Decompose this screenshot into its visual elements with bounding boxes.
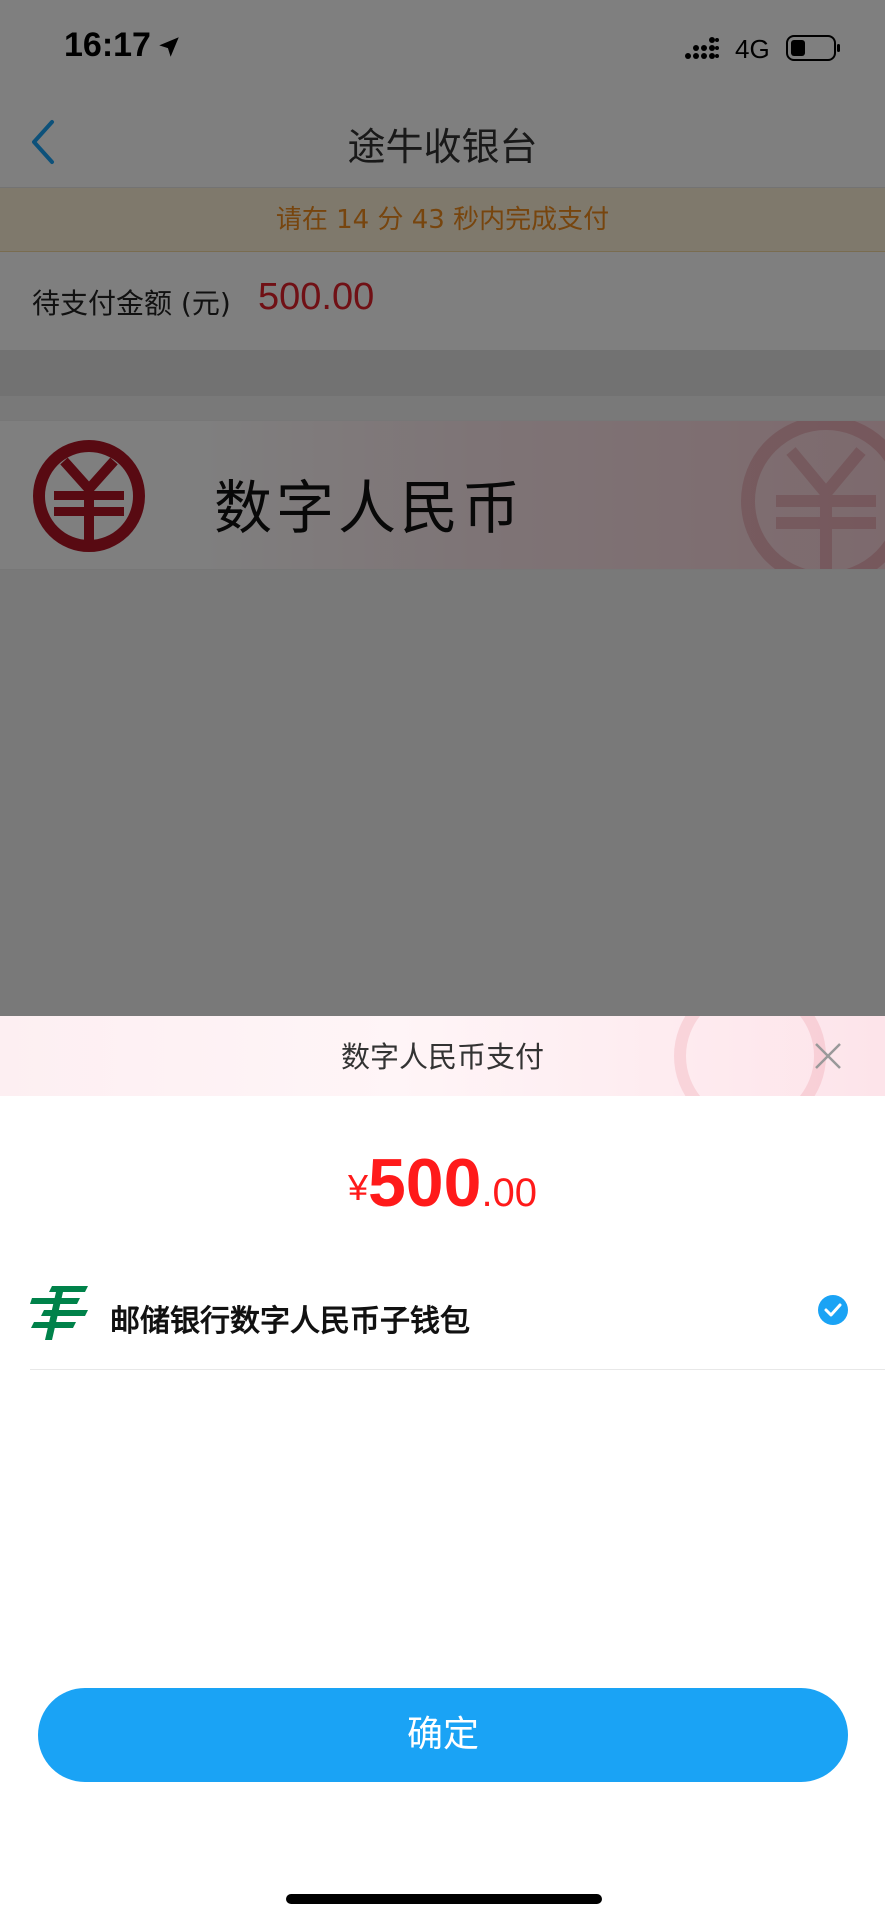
sheet-title: 数字人民币支付 — [340, 1040, 544, 1074]
postal-savings-bank-icon — [30, 1286, 88, 1340]
wallet-option[interactable]: 邮储银行数字人民币子钱包 — [30, 1254, 885, 1370]
wallet-label: 邮储银行数字人民币子钱包 — [110, 1304, 470, 1339]
amount-decimal: .00 — [481, 1171, 538, 1215]
confirm-button[interactable]: 确定 — [38, 1688, 848, 1782]
check-circle-icon — [818, 1295, 848, 1325]
sheet-header: 数字人民币支付 — [0, 1016, 885, 1096]
payment-amount: ¥500.00 — [0, 1144, 885, 1222]
close-icon[interactable] — [808, 1036, 848, 1076]
currency-symbol: ¥ — [347, 1167, 368, 1208]
payment-bottom-sheet: 数字人民币支付 ¥500.00 邮储银行数字人民币子钱包 确定 — [0, 1016, 885, 1920]
home-indicator[interactable] — [286, 1894, 602, 1904]
amount-integer: 500 — [367, 1145, 482, 1221]
